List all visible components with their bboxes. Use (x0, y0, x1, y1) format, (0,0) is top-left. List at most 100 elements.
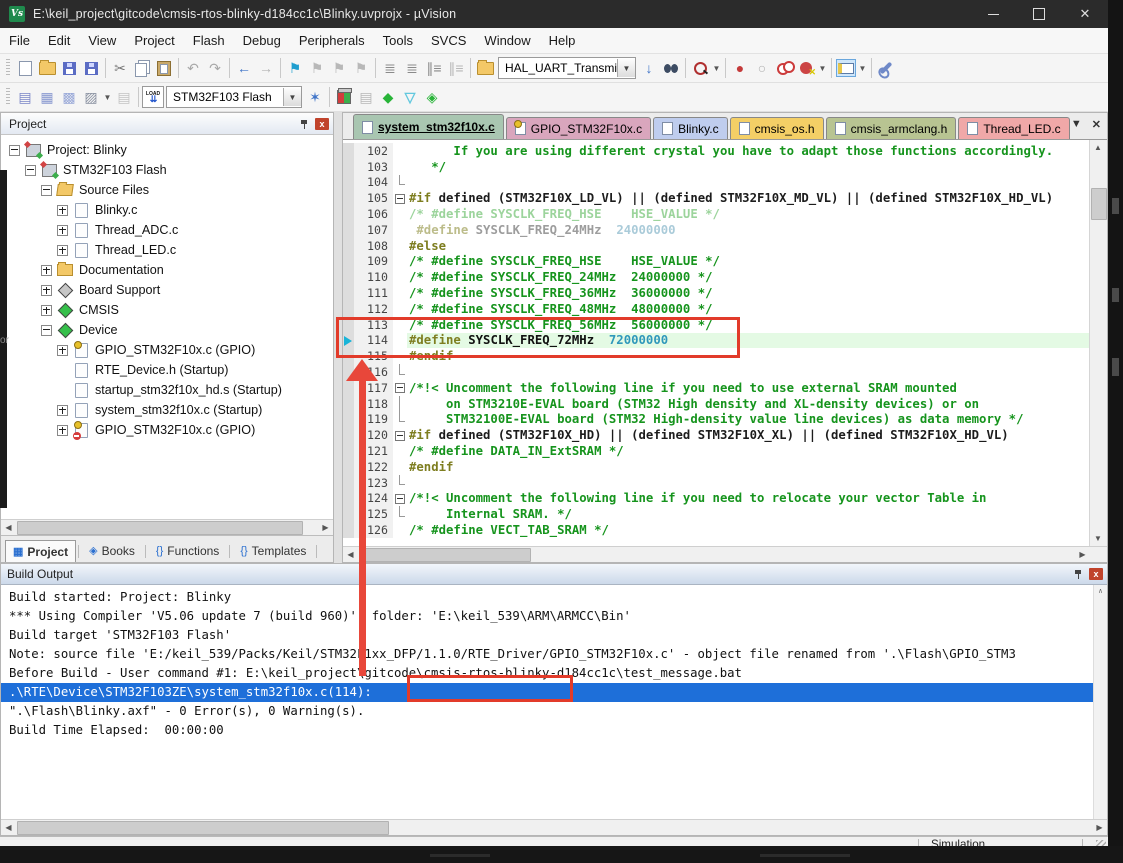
editor-tab-cmsis_os.h[interactable]: cmsis_os.h (730, 117, 824, 139)
code-line-123[interactable]: 123 (343, 475, 1090, 491)
navigate-back-icon[interactable]: ← (233, 57, 255, 79)
panel-tab-functions[interactable]: {}Functions (148, 539, 227, 562)
batch-build-icon[interactable]: ▨ (80, 86, 102, 108)
code-editor[interactable]: 102 If you are using different crystal y… (343, 140, 1090, 546)
code-line-118[interactable]: 118 on STM3210E-EVAL board (STM32 High d… (343, 396, 1090, 412)
build-output-line[interactable]: *** Using Compiler 'V5.06 update 7 (buil… (1, 607, 1107, 626)
code-line-109[interactable]: 109/* #define SYSCLK_FREQ_HSE HSE_VALUE … (343, 254, 1090, 270)
code-line-126[interactable]: 126/* #define VECT_TAB_SRAM */ (343, 522, 1090, 538)
bookmark-clear-icon[interactable]: ⚑ (350, 57, 372, 79)
search-at-icon[interactable] (689, 57, 711, 79)
code-line-115[interactable]: 115#endif (343, 348, 1090, 364)
code-line-114[interactable]: 114#define SYSCLK_FREQ_72MHz 72000000 (343, 333, 1090, 349)
configure-wrench-icon[interactable] (875, 57, 897, 79)
code-line-122[interactable]: 122#endif (343, 459, 1090, 475)
close-tab-icon[interactable]: ✕ (1092, 118, 1101, 131)
code-line-112[interactable]: 112/* #define SYSCLK_FREQ_48MHz 48000000… (343, 301, 1090, 317)
menu-svcs[interactable]: SVCS (422, 30, 475, 51)
close-button[interactable]: ✕ (1062, 0, 1108, 28)
menu-peripherals[interactable]: Peripherals (290, 30, 374, 51)
paste-icon[interactable] (153, 57, 175, 79)
rebuild-all-icon[interactable]: ▩ (58, 86, 80, 108)
menu-help[interactable]: Help (540, 30, 585, 51)
editor-vertical-scrollbar[interactable]: ▲ ▼ (1089, 140, 1107, 546)
cut-icon[interactable]: ✂ (109, 57, 131, 79)
menu-view[interactable]: View (79, 30, 125, 51)
build-output-line[interactable]: ".\Flash\Blinky.axf" - 0 Error(s), 0 War… (1, 702, 1107, 721)
tree-item[interactable]: system_stm32f10x.c (Startup) (1, 400, 333, 420)
bookmark-prev-icon[interactable]: ⚑ (306, 57, 328, 79)
panel-tab-project[interactable]: ▦Project (5, 540, 76, 562)
build-output-line[interactable]: Build target 'STM32F103 Flash' (1, 626, 1107, 645)
maximize-button[interactable] (1016, 0, 1062, 28)
load-application-icon[interactable]: LOAD⇊ (142, 86, 164, 108)
tree-item[interactable]: CMSIS (1, 300, 333, 320)
code-line-103[interactable]: 103 */ (343, 159, 1090, 175)
chevron-down-icon[interactable]: ▼ (283, 88, 301, 106)
build-output-vertical-scrollbar[interactable]: ∧ (1093, 585, 1107, 819)
chevron-down-icon[interactable]: ▼ (102, 86, 113, 108)
redo-icon[interactable]: ↷ (204, 57, 226, 79)
find-text-combobox[interactable]: HAL_UART_Transmit ▼ (498, 57, 636, 79)
tree-item[interactable]: Board Support (1, 280, 333, 300)
build-output-line[interactable]: Build started: Project: Blinky (1, 588, 1107, 607)
save-all-icon[interactable] (80, 57, 102, 79)
new-file-icon[interactable] (14, 57, 36, 79)
code-line-110[interactable]: 110/* #define SYSCLK_FREQ_24MHz 24000000… (343, 269, 1090, 285)
expander-plus-icon[interactable] (41, 265, 52, 276)
stop-build-icon[interactable]: ▤ (113, 86, 135, 108)
scroll-left-icon[interactable]: ◀ (343, 547, 358, 562)
editor-tab-Thread_LED.c[interactable]: Thread_LED.c (958, 117, 1069, 139)
chevron-down-icon[interactable]: ▼ (857, 57, 868, 79)
menu-debug[interactable]: Debug (234, 30, 290, 51)
menu-flash[interactable]: Flash (184, 30, 234, 51)
chevron-down-icon[interactable]: ▼ (711, 57, 722, 79)
code-line-113[interactable]: 113/* #define SYSCLK_FREQ_56MHz 56000000… (343, 317, 1090, 333)
bookmark-toggle-icon[interactable]: ⚑ (284, 57, 306, 79)
expander-plus-icon[interactable] (57, 245, 68, 256)
editor-tab-GPIO_STM32F10x.c[interactable]: GPIO_STM32F10x.c (506, 117, 651, 139)
scroll-left-icon[interactable]: ◀ (1, 520, 16, 535)
code-line-119[interactable]: 119 STM32100E-EVAL board (STM32 High-den… (343, 412, 1090, 428)
project-horizontal-scrollbar[interactable]: ◀ ▶ (1, 519, 333, 535)
find-in-files-icon[interactable] (474, 57, 496, 79)
menu-tools[interactable]: Tools (374, 30, 422, 51)
expander-plus-icon[interactable] (41, 285, 52, 296)
scroll-up-icon[interactable]: ▲ (1090, 140, 1106, 155)
find-binoculars-icon[interactable] (660, 57, 682, 79)
build-output-line-selected[interactable]: .\RTE\Device\STM32F103ZE\system_stm32f10… (1, 683, 1107, 702)
scroll-right-icon[interactable]: ▶ (1092, 820, 1107, 835)
menu-edit[interactable]: Edit (39, 30, 79, 51)
menu-project[interactable]: Project (125, 30, 183, 51)
close-panel-icon[interactable]: x (315, 118, 329, 130)
code-line-116[interactable]: 116 (343, 364, 1090, 380)
save-icon[interactable] (58, 57, 80, 79)
code-line-105[interactable]: 105#if defined (STM32F10X_LD_VL) || (def… (343, 190, 1090, 206)
copy-icon[interactable] (131, 57, 153, 79)
manage-components-cube-icon[interactable] (333, 86, 355, 108)
indent-icon[interactable]: ≣ (379, 57, 401, 79)
code-line-108[interactable]: 108#else (343, 238, 1090, 254)
undo-icon[interactable]: ↶ (182, 57, 204, 79)
panel-tab-templates[interactable]: {}Templates (232, 539, 314, 562)
expander-plus-icon[interactable] (57, 225, 68, 236)
code-line-125[interactable]: 125 Internal SRAM. */ (343, 506, 1090, 522)
uncomment-icon[interactable]: ∥≡ (445, 57, 467, 79)
code-line-106[interactable]: 106/* #define SYSCLK_FREQ_HSE HSE_VALUE … (343, 206, 1090, 222)
breakpoint-toggle-icon[interactable]: ● (729, 57, 751, 79)
chevron-down-icon[interactable]: ▼ (617, 59, 635, 77)
editor-tab-cmsis_armclang.h[interactable]: cmsis_armclang.h (826, 117, 957, 139)
target-options-wand-icon[interactable]: ✶ (304, 86, 326, 108)
code-line-121[interactable]: 121/* #define DATA_IN_ExtSRAM */ (343, 443, 1090, 459)
comment-icon[interactable]: ∥≡ (423, 57, 445, 79)
menu-window[interactable]: Window (475, 30, 539, 51)
tree-item[interactable]: Project: Blinky (1, 140, 333, 160)
code-line-124[interactable]: 124/*!< Uncomment the following line if … (343, 491, 1090, 507)
code-line-104[interactable]: 104 (343, 175, 1090, 191)
expander-plus-icon[interactable] (57, 205, 68, 216)
scroll-down-icon[interactable]: ▼ (1090, 531, 1106, 546)
code-line-102[interactable]: 102 If you are using different crystal y… (343, 143, 1090, 159)
code-line-120[interactable]: 120#if defined (STM32F10X_HD) || (define… (343, 427, 1090, 443)
tree-item[interactable]: startup_stm32f10x_hd.s (Startup) (1, 380, 333, 400)
tree-item[interactable]: STM32F103 Flash (1, 160, 333, 180)
